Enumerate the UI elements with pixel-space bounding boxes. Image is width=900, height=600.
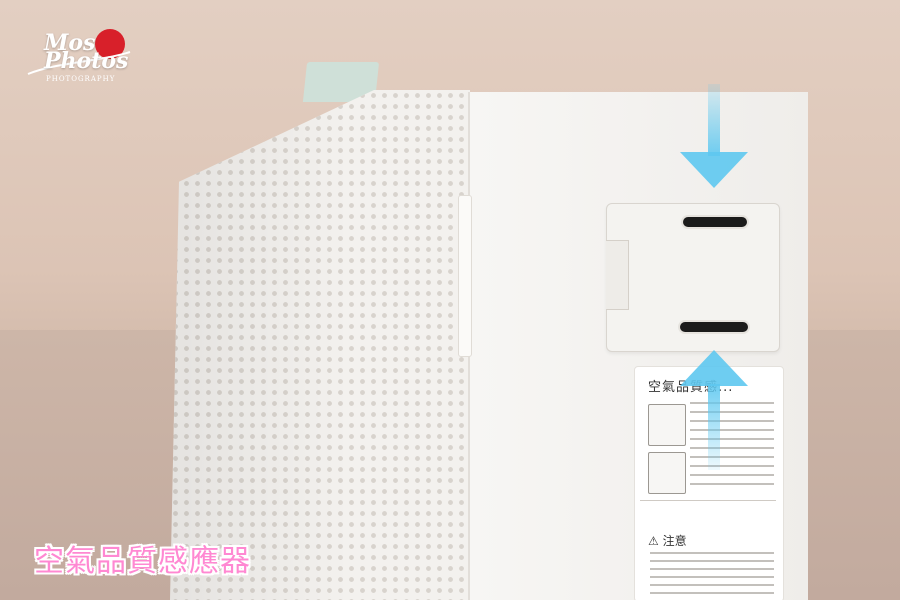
watermark-line-2: Photos	[44, 48, 129, 74]
side-panel-shadow	[170, 90, 470, 600]
watermark-subtitle: PHOTOGRAPHY	[46, 75, 116, 83]
label-divider	[640, 500, 776, 501]
sensor-slot-bottom	[680, 322, 748, 332]
photo-caption: 空氣品質感應器	[34, 544, 251, 579]
note-text-lines	[650, 552, 774, 600]
warning-icon: ⚠	[648, 534, 659, 548]
note-heading-text: 注意	[662, 534, 687, 548]
sensor-cover-tab	[606, 240, 629, 310]
sensor-slot-top	[683, 217, 747, 227]
panel-handle	[458, 195, 472, 357]
product-photo: 空氣品質感... ⚠ 注意	[0, 0, 900, 600]
arrow-up-icon	[680, 350, 748, 470]
note-heading: ⚠ 注意	[648, 532, 687, 549]
arrow-down-icon	[680, 84, 748, 188]
watermark-logo: Mos Photos	[44, 32, 129, 74]
